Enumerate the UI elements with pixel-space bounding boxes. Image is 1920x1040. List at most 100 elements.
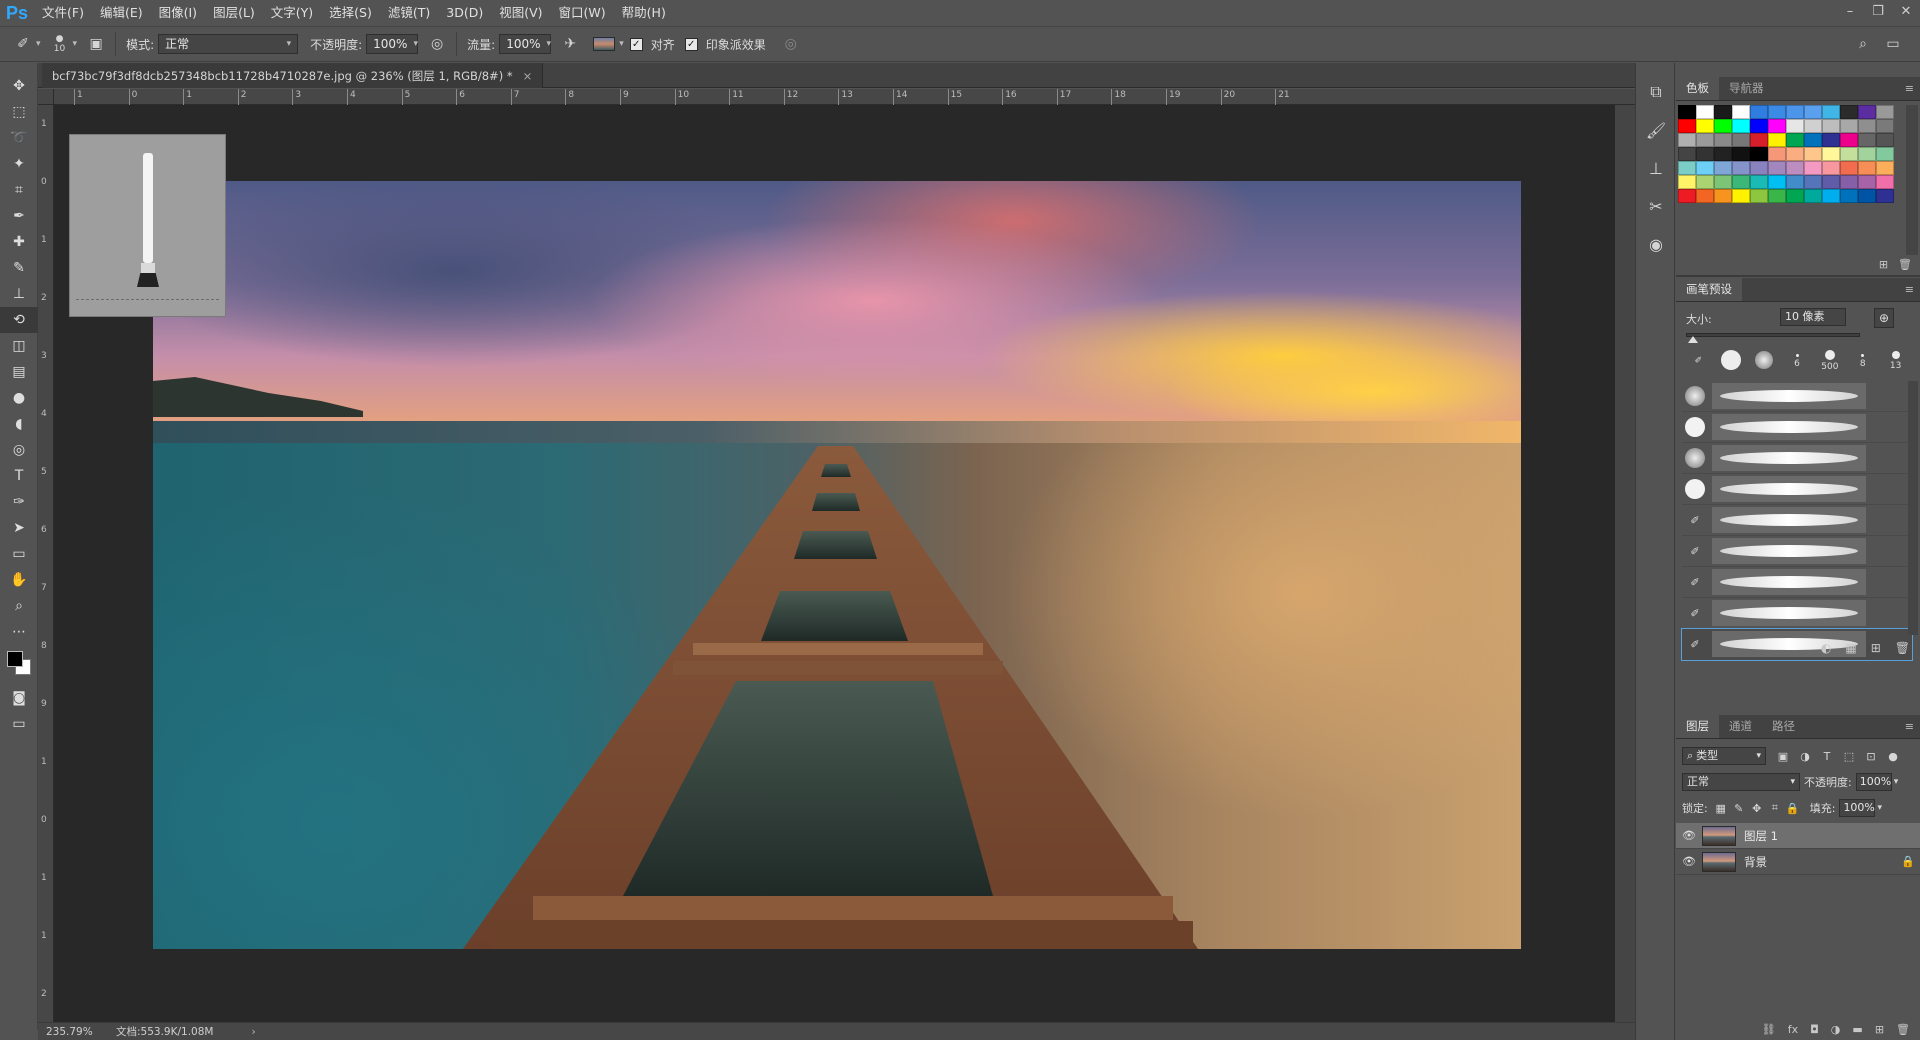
color-swatch[interactable] (1768, 175, 1786, 189)
pressure-opacity-icon[interactable]: ◎ (424, 31, 450, 57)
layer-filter-select[interactable]: ⌕ 类型 ▾ (1682, 747, 1766, 765)
brush-size-field[interactable]: 10 像素 (1780, 308, 1846, 326)
layer-style-icon[interactable]: fx (1788, 1023, 1798, 1036)
color-swatch[interactable] (1822, 189, 1840, 203)
color-swatch[interactable] (1732, 133, 1750, 147)
brush-size-slider-thumb[interactable] (1688, 336, 1698, 343)
tab-channels[interactable]: 通道 (1719, 715, 1762, 738)
chevron-down-icon[interactable]: ▾ (1894, 777, 1899, 787)
new-layer-icon[interactable]: ⊞ (1875, 1023, 1884, 1036)
color-swatch[interactable] (1786, 133, 1804, 147)
color-swatch[interactable] (1786, 161, 1804, 175)
menu-item[interactable]: 滤镜(T) (380, 0, 438, 26)
color-swatch[interactable] (1732, 175, 1750, 189)
color-swatch[interactable] (1822, 147, 1840, 161)
eyedropper-tool-icon[interactable]: ✒ (0, 203, 38, 229)
magic-wand-tool-icon[interactable]: ✦ (0, 151, 38, 177)
document-tab[interactable]: bcf73bc79f3df8dcb257348bcb11728b4710287e… (42, 63, 544, 88)
lock-transparency-icon[interactable]: ▦ (1712, 802, 1730, 815)
fill-field[interactable]: 100% (1839, 799, 1876, 817)
color-swatch[interactable] (1678, 161, 1696, 175)
chevron-down-icon[interactable]: ▾ (73, 39, 78, 49)
color-swatch[interactable] (1732, 147, 1750, 161)
foreground-color-swatch[interactable] (7, 651, 23, 667)
horizontal-ruler[interactable]: 1 0 1 2 3 4 5 6 7 8 9 10 11 12 13 14 15 16 17 18 19 20 21 (54, 89, 1635, 105)
brush-tip[interactable]: 6 (1781, 346, 1814, 376)
chevron-down-icon[interactable]: ▾ (36, 39, 41, 49)
brush-panel-toggle-icon[interactable]: ▣ (83, 31, 109, 57)
color-swatch[interactable] (1858, 189, 1876, 203)
brush-preset-picker[interactable]: ● 10 (47, 31, 73, 57)
color-swatch[interactable] (1858, 147, 1876, 161)
menu-item[interactable]: 窗口(W) (551, 0, 614, 26)
quick-mask-icon[interactable]: ◙ (0, 685, 38, 711)
color-swatch[interactable] (1696, 189, 1714, 203)
hand-tool-icon[interactable]: ✋ (0, 567, 38, 593)
color-swatch[interactable] (1804, 189, 1822, 203)
restore-icon[interactable]: ❐ (1864, 0, 1892, 22)
color-swatch[interactable] (1678, 147, 1696, 161)
tab-brush-presets[interactable]: 画笔预设 (1676, 278, 1742, 301)
color-swatch[interactable] (1768, 147, 1786, 161)
color-swatch[interactable] (1714, 161, 1732, 175)
path-selection-tool-icon[interactable]: ➤ (0, 515, 38, 541)
color-swatch[interactable] (1876, 105, 1894, 119)
color-swatch[interactable] (1876, 147, 1894, 161)
color-swatch[interactable] (1750, 175, 1768, 189)
zoom-tool-icon[interactable]: ⌕ (0, 593, 38, 619)
search-icon[interactable]: ⌕ (1850, 31, 1876, 57)
color-swatch[interactable] (1840, 133, 1858, 147)
color-swatch[interactable] (1768, 119, 1786, 133)
toggle-brush-panel-icon[interactable]: ◐ (1821, 641, 1831, 655)
color-swatch[interactable] (1804, 147, 1822, 161)
color-swatch[interactable] (1822, 119, 1840, 133)
brush-preset-row[interactable]: ✐ (1682, 505, 1912, 536)
color-swatch[interactable] (1768, 161, 1786, 175)
zoom-level[interactable]: 235.79% (38, 1026, 108, 1038)
color-swatch[interactable] (1822, 133, 1840, 147)
color-swatch[interactable] (1858, 105, 1876, 119)
color-swatch[interactable] (1732, 105, 1750, 119)
color-swatch[interactable] (1732, 119, 1750, 133)
lock-pixels-icon[interactable]: ✎ (1730, 802, 1748, 815)
brush-tip[interactable] (1748, 346, 1781, 376)
color-swatch[interactable] (1750, 161, 1768, 175)
color-swatch[interactable] (1750, 119, 1768, 133)
panel-menu-icon[interactable]: ≡ (1905, 720, 1914, 733)
menu-item[interactable]: 文件(F) (34, 0, 92, 26)
trash-icon[interactable]: 🗑 (1898, 258, 1912, 271)
flow-field[interactable]: 100% ▾ (499, 34, 552, 54)
vertical-scrollbar[interactable] (1615, 105, 1635, 1022)
color-swatch[interactable] (1804, 161, 1822, 175)
panel-menu-icon[interactable]: ≡ (1905, 283, 1914, 296)
gradient-tool-icon[interactable]: ▤ (0, 359, 38, 385)
brush-list-scrollbar[interactable] (1908, 381, 1918, 635)
layer-row[interactable]: 👁 背景 🔒 (1676, 849, 1920, 875)
clone-source-icon[interactable]: ⊥ (1636, 149, 1676, 187)
color-swatch[interactable] (1696, 161, 1714, 175)
adjustment-layer-icon[interactable]: ◑ (1831, 1023, 1841, 1036)
brush-tip[interactable] (1715, 346, 1748, 376)
color-swatch[interactable] (1696, 133, 1714, 147)
chevron-down-icon[interactable]: ▾ (413, 35, 418, 53)
color-swatch[interactable] (1786, 119, 1804, 133)
tool-preset-picker[interactable]: ✐ (10, 31, 36, 57)
brush-tip[interactable]: 8 (1846, 346, 1879, 376)
color-swatch[interactable] (1804, 133, 1822, 147)
color-swatch[interactable] (1804, 119, 1822, 133)
color-swatch[interactable] (1858, 119, 1876, 133)
color-swatch[interactable] (1750, 189, 1768, 203)
color-swatch[interactable] (1876, 133, 1894, 147)
color-swatch[interactable] (1750, 147, 1768, 161)
color-swatch[interactable] (1732, 189, 1750, 203)
more-tools-icon[interactable]: ⋯ (0, 619, 38, 645)
brush-settings-icon[interactable]: 🖌 (1636, 111, 1676, 149)
color-swatch[interactable] (1840, 189, 1858, 203)
color-swatch[interactable] (1714, 189, 1732, 203)
brush-panel-toggle-icon[interactable]: ✐ (1682, 346, 1715, 376)
menu-item[interactable]: 视图(V) (491, 0, 550, 26)
blur-tool-icon[interactable]: ● (0, 385, 38, 411)
eraser-tool-icon[interactable]: ◫ (0, 333, 38, 359)
opacity-field[interactable]: 100% ▾ (366, 34, 419, 54)
healing-brush-tool-icon[interactable]: ✚ (0, 229, 38, 255)
